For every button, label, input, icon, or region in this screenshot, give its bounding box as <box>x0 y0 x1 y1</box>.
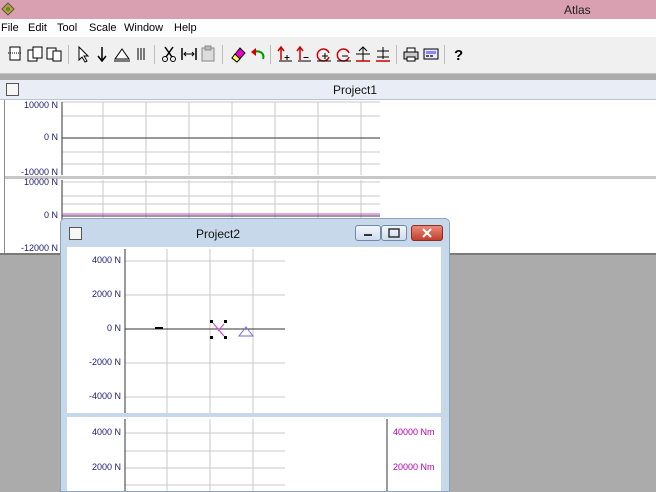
calculator-icon[interactable] <box>422 45 440 63</box>
project2-force-chart <box>67 249 441 415</box>
app-titlebar: Atlas <box>0 0 656 19</box>
project2-window: Project2 4000 N 2000 N 0 N -2000 N -4000… <box>60 218 450 492</box>
cut-icon[interactable] <box>160 45 178 63</box>
project2-moment-chart <box>124 419 388 491</box>
menu-tool[interactable]: Tool <box>57 22 77 34</box>
p2-tick-label: -2000 N <box>88 357 121 367</box>
rotate-ccw-icon[interactable] <box>335 45 353 63</box>
p1-tick-label: 10000 N <box>23 177 58 187</box>
close-icon <box>422 228 432 238</box>
project2-moment-panel: 4000 N 2000 N 40000 Nm 20000 Nm <box>67 417 441 491</box>
project1-titlebar: Project1 <box>0 80 656 100</box>
menu-edit[interactable]: Edit <box>28 22 47 34</box>
maximize-icon <box>388 228 400 238</box>
support-icon <box>237 326 255 337</box>
menu-scale[interactable]: Scale <box>89 22 117 34</box>
toolbar: ? <box>0 37 656 74</box>
toolbar-separator <box>222 45 223 64</box>
copy-doc-icon[interactable] <box>45 45 63 63</box>
p1-tick-label: 10000 N <box>23 100 58 110</box>
toolbar-separator <box>68 45 69 64</box>
menu-help[interactable]: Help <box>174 22 197 34</box>
open-doc-icon[interactable] <box>26 45 44 63</box>
grid-plus-icon[interactable] <box>354 45 372 63</box>
distributed-load-icon[interactable] <box>180 45 198 63</box>
p2-tick-label: 4000 N <box>91 427 121 437</box>
p1-tick-label: -12000 N <box>20 243 58 253</box>
maximize-button[interactable] <box>381 225 407 241</box>
p1-tick-label: 0 N <box>43 210 58 220</box>
hatch-icon[interactable] <box>132 45 150 63</box>
print-icon[interactable] <box>402 45 420 63</box>
project2-force-panel: 4000 N 2000 N 0 N -2000 N -4000 N <box>67 247 441 415</box>
svg-text:?: ? <box>454 47 463 63</box>
window-menu-icon[interactable] <box>69 227 82 240</box>
project2-titlebar[interactable]: Project2 <box>61 219 449 245</box>
moment-down-icon[interactable] <box>295 45 313 63</box>
toolbar-separator <box>270 45 271 64</box>
menu-window[interactable]: Window <box>124 22 163 34</box>
toolbar-separator <box>154 45 155 64</box>
force-arrow-icon[interactable] <box>93 45 111 63</box>
help-icon[interactable]: ? <box>449 45 467 63</box>
p2-moment-tick-label: 40000 Nm <box>393 427 435 437</box>
p2-tick-label: -4000 N <box>88 391 121 401</box>
grid-minus-icon[interactable] <box>374 45 392 63</box>
p2-moment-tick-label: 20000 Nm <box>393 462 435 472</box>
project1-title: Project1 <box>333 83 378 97</box>
minimize-icon <box>364 234 372 236</box>
p1-tick-label: 0 N <box>43 132 58 142</box>
app-icon <box>1 2 15 16</box>
moment-up-icon[interactable] <box>276 45 294 63</box>
p2-tick-label: 0 N <box>106 323 121 333</box>
minimize-button[interactable] <box>355 225 381 241</box>
paste-icon[interactable] <box>199 45 217 63</box>
menu-bar: File Edit Tool Scale Window Help <box>0 19 656 37</box>
project2-title: Project2 <box>196 227 241 241</box>
p1-tick-label: -10000 N <box>20 167 58 177</box>
undo-icon[interactable] <box>249 45 267 63</box>
pointer-icon[interactable] <box>74 45 92 63</box>
window-menu-icon[interactable] <box>6 83 19 96</box>
app-title: Atlas <box>564 3 591 17</box>
close-button[interactable] <box>411 225 443 241</box>
p2-tick-label: 2000 N <box>91 462 121 472</box>
p2-tick-label: 4000 N <box>91 255 121 265</box>
rotate-cw-icon[interactable] <box>315 45 333 63</box>
p2-tick-label: 2000 N <box>91 289 121 299</box>
support-icon[interactable] <box>113 45 131 63</box>
menu-file[interactable]: File <box>1 22 19 34</box>
new-doc-icon[interactable] <box>6 45 24 63</box>
toolbar-separator <box>396 45 397 64</box>
eraser-icon[interactable] <box>229 45 247 63</box>
toolbar-separator <box>444 45 445 64</box>
